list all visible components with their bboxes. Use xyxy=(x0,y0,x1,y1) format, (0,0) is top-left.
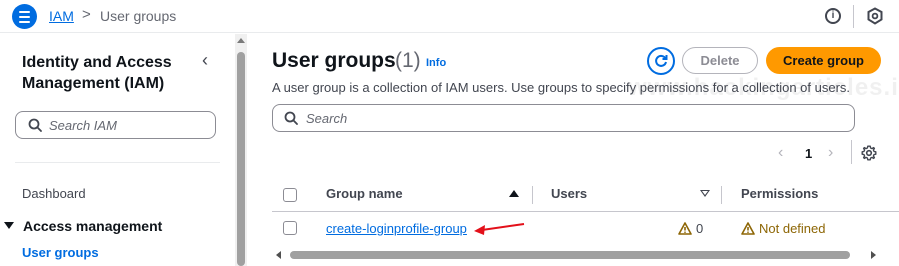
search-placeholder: Search xyxy=(306,111,348,126)
info-link[interactable]: Info xyxy=(426,57,446,69)
nav-item-dashboard[interactable]: Dashboard xyxy=(22,186,86,201)
column-header-users[interactable]: Users xyxy=(551,186,587,201)
previous-page-icon[interactable]: ‹ xyxy=(778,144,783,162)
pager-divider xyxy=(851,140,852,164)
current-page-number[interactable]: 1 xyxy=(805,146,812,161)
scroll-left-icon[interactable] xyxy=(276,251,281,259)
nav-item-user-groups[interactable]: User groups xyxy=(22,245,99,260)
refresh-button[interactable] xyxy=(647,47,675,75)
nav-search-placeholder: Search IAM xyxy=(49,118,117,133)
permissions-status: Not defined xyxy=(759,221,826,236)
users-count: 0 xyxy=(696,221,704,236)
nav-divider xyxy=(15,162,220,163)
delete-button[interactable]: Delete xyxy=(682,47,758,74)
users-cell: 0 xyxy=(678,221,703,236)
shield-settings-icon[interactable] xyxy=(866,7,884,30)
column-header-permissions[interactable]: Permissions xyxy=(741,186,818,201)
main-content: User groups (1) Info Delete Create group… xyxy=(248,34,899,266)
gear-icon[interactable] xyxy=(861,145,877,166)
caret-down-icon xyxy=(4,222,14,229)
group-name-link[interactable]: create-loginprofile-group xyxy=(326,221,467,236)
refresh-icon xyxy=(655,54,668,67)
search-icon xyxy=(28,118,42,137)
page-title: User groups xyxy=(272,49,396,72)
permissions-cell: Not defined xyxy=(741,221,826,236)
column-divider[interactable] xyxy=(532,186,533,204)
menu-icon[interactable] xyxy=(12,4,37,29)
group-count: (1) xyxy=(395,49,421,72)
collapse-nav-icon[interactable]: ‹ xyxy=(202,50,208,71)
side-navigation: Identity and Access Management (IAM) ‹ S… xyxy=(0,34,235,266)
scroll-up-icon[interactable] xyxy=(237,38,245,43)
sort-icon[interactable] xyxy=(700,190,710,197)
topbar-divider xyxy=(853,5,854,28)
sort-ascending-icon[interactable] xyxy=(509,190,519,197)
row-checkbox[interactable] xyxy=(283,221,297,235)
top-bar: IAM > User groups i xyxy=(0,0,899,33)
breadcrumb-current: User groups xyxy=(100,8,177,24)
nav-title: Identity and Access Management (IAM) xyxy=(22,54,172,92)
next-page-icon[interactable]: › xyxy=(828,144,833,162)
create-group-button[interactable]: Create group xyxy=(766,47,881,74)
nav-section-access-management[interactable]: Access management xyxy=(4,218,162,234)
select-all-checkbox[interactable] xyxy=(283,188,297,202)
warning-icon xyxy=(741,222,755,235)
warning-icon xyxy=(678,222,692,235)
column-divider[interactable] xyxy=(721,186,722,204)
annotation-arrow-icon xyxy=(472,218,528,243)
breadcrumb-iam-link[interactable]: IAM xyxy=(49,8,74,24)
info-icon[interactable]: i xyxy=(825,8,841,24)
scroll-right-icon[interactable] xyxy=(871,251,876,259)
breadcrumb-separator-icon: > xyxy=(82,6,91,23)
table-header: Group name Users Permissions xyxy=(272,179,899,212)
table-horizontal-scrollbar[interactable] xyxy=(272,248,899,262)
nav-search-input[interactable]: Search IAM xyxy=(15,111,216,139)
search-icon xyxy=(284,111,298,130)
page-description: A user group is a collection of IAM user… xyxy=(272,80,851,95)
nav-scrollbar[interactable] xyxy=(235,34,247,266)
column-header-group-name[interactable]: Group name xyxy=(326,186,403,201)
table-row: create-loginprofile-group 0 Not defined xyxy=(272,213,899,245)
nav-scrollbar-thumb[interactable] xyxy=(237,52,245,266)
nav-section-label: Access management xyxy=(23,218,163,234)
search-input[interactable]: Search xyxy=(272,104,855,132)
horizontal-scrollbar-thumb[interactable] xyxy=(290,251,850,259)
